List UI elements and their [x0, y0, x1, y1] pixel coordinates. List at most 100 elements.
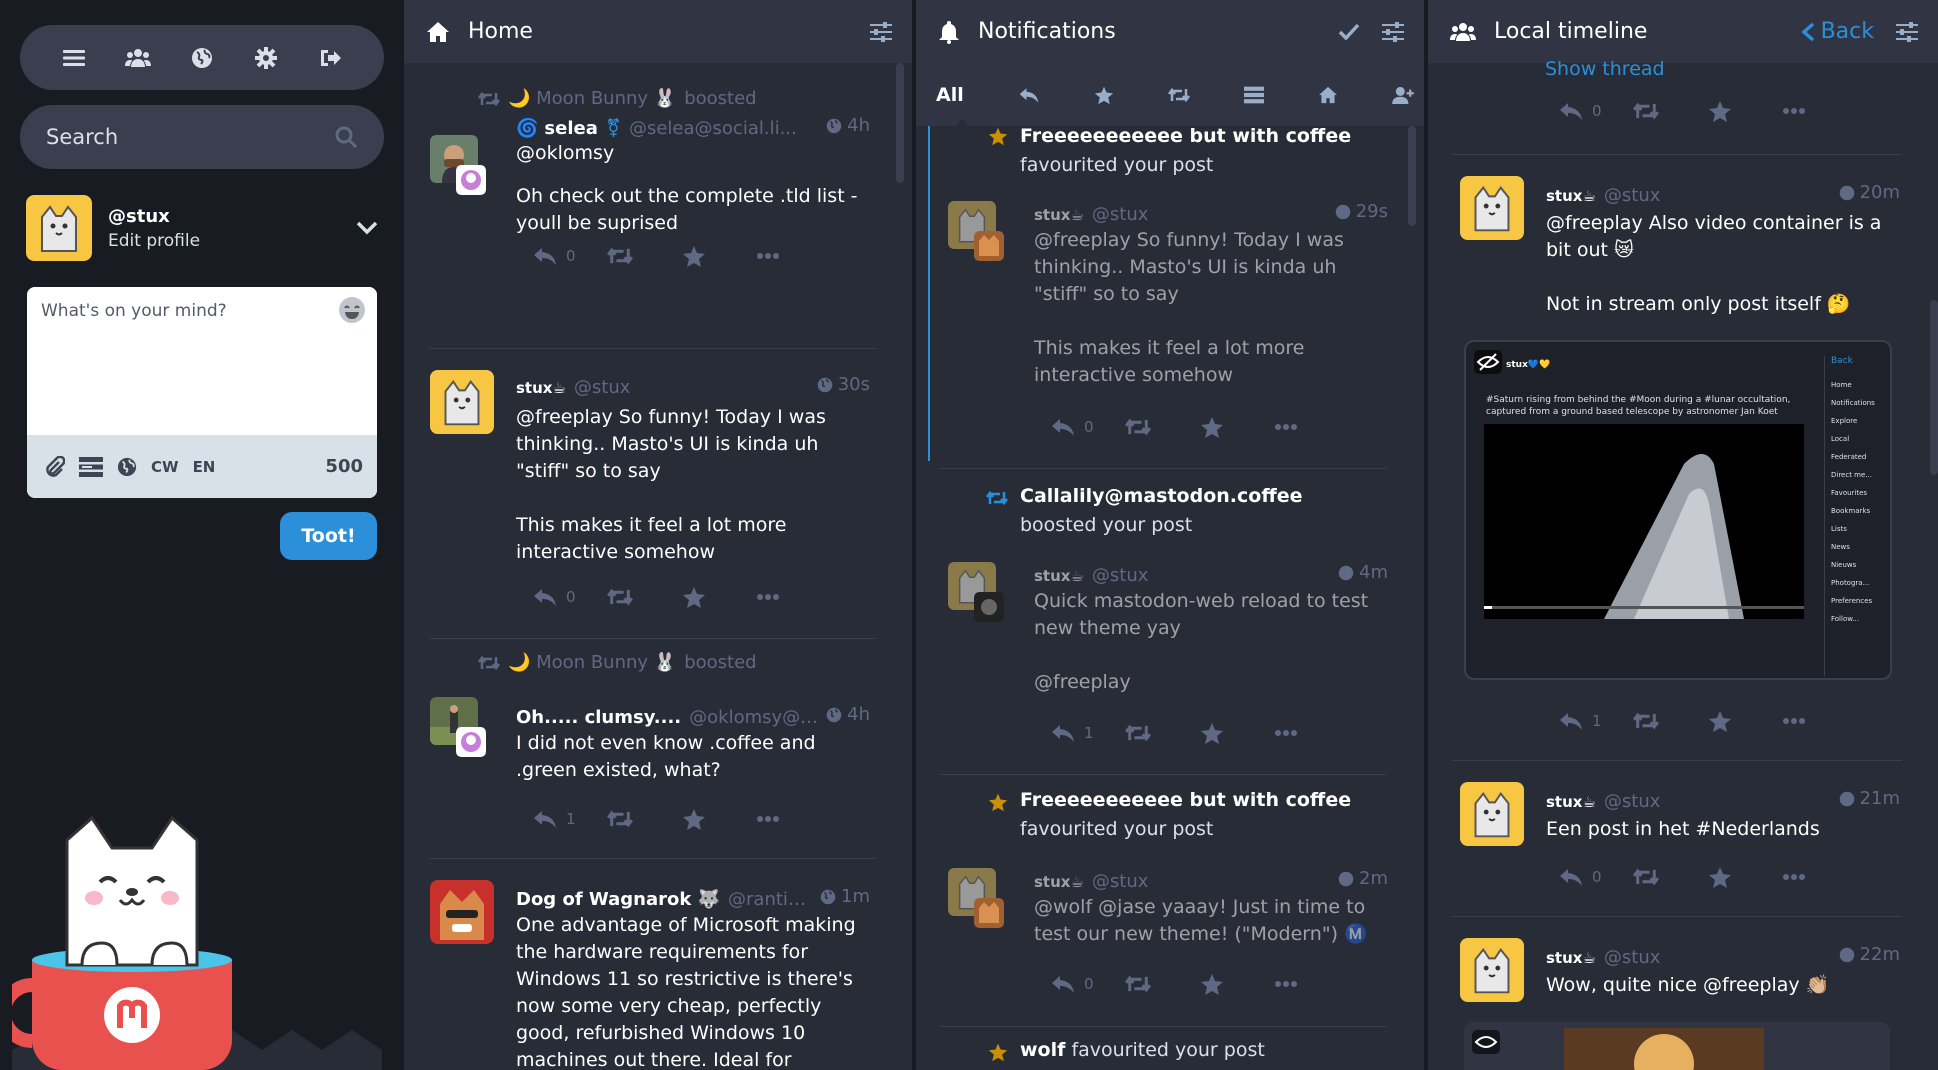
notifications-title[interactable]: Notifications	[978, 19, 1116, 44]
reply-button[interactable]: 0	[1558, 867, 1633, 887]
avatar[interactable]	[1460, 782, 1524, 846]
notification-item[interactable]: Freeeeeeeeeee but with coffee favourited…	[916, 789, 1424, 1030]
local-timeline-title[interactable]: Local timeline	[1494, 19, 1647, 44]
account-handle[interactable]: @stux	[1092, 565, 1149, 586]
status-time[interactable]: 29s	[1329, 201, 1388, 222]
reply-button[interactable]: 1	[1558, 711, 1633, 731]
status-time[interactable]: 30s	[811, 374, 870, 395]
reply-button[interactable]: 1	[532, 809, 607, 829]
status-card[interactable]: stux☕ @stux 30s @freeplay So funny! Toda…	[430, 368, 870, 638]
favourite-button[interactable]	[1200, 973, 1275, 995]
avatar[interactable]	[1460, 176, 1524, 240]
status-time[interactable]: 1m	[814, 886, 870, 907]
column-settings-icon[interactable]	[1382, 21, 1404, 42]
notification-actor[interactable]: Callalily@mastodon.coffee	[1020, 485, 1302, 507]
account-handle[interactable]: @stux	[1092, 871, 1149, 892]
logout-button[interactable]	[310, 38, 350, 78]
more-button[interactable]	[1783, 108, 1858, 114]
account-handle[interactable]: @stux	[574, 377, 631, 398]
visibility-globe-icon[interactable]	[117, 457, 137, 477]
column-settings-icon[interactable]	[1896, 21, 1918, 42]
favourite-button[interactable]	[1708, 710, 1783, 732]
favourite-button[interactable]	[682, 808, 757, 830]
status-time[interactable]: 4h	[820, 115, 870, 136]
account-handle[interactable]: @stux	[1092, 204, 1149, 225]
filter-tab-mentions[interactable]	[1018, 86, 1040, 104]
mention-link[interactable]: @freeplay	[1034, 669, 1388, 696]
notification-item[interactable]: Callalily@mastodon.coffee boosted your p…	[916, 480, 1424, 770]
more-button[interactable]	[1275, 981, 1350, 987]
people-button[interactable]	[118, 38, 158, 78]
status-card[interactable]: stux☕ @stux 21m Een post in het #Nederla…	[1460, 780, 1900, 900]
status-card[interactable]: Dog of Wagnarok 🐺 @rantin... 1m One adva…	[430, 878, 870, 1070]
home-scrollbar[interactable]	[896, 63, 904, 183]
reply-button[interactable]: 0	[1050, 417, 1125, 437]
content-warning-button[interactable]: CW	[151, 458, 179, 476]
account-handle[interactable]: @selea@social.li...	[629, 118, 797, 139]
media-attachment[interactable]	[1464, 1022, 1890, 1070]
notification-actor[interactable]: Freeeeeeeeeee but with coffee	[1020, 789, 1351, 811]
filter-tab-follows[interactable]	[1392, 86, 1414, 104]
status-time[interactable]: 2m	[1332, 868, 1388, 889]
back-button[interactable]: Back	[1800, 19, 1874, 44]
globe-button[interactable]	[182, 38, 222, 78]
reply-button[interactable]: 0	[1558, 101, 1633, 121]
more-button[interactable]	[1275, 424, 1350, 430]
account-handle[interactable]: @stux	[1604, 791, 1661, 812]
check-icon[interactable]	[1338, 23, 1360, 41]
boost-button[interactable]	[607, 809, 682, 829]
boost-button[interactable]	[1633, 101, 1708, 121]
favourite-button[interactable]	[1708, 866, 1783, 888]
account-handle[interactable]: @rantin...	[728, 889, 814, 910]
notification-item[interactable]: wolf favourited your post	[916, 1039, 1424, 1070]
local-scrollbar[interactable]	[1930, 300, 1938, 475]
compose-textarea[interactable]	[27, 287, 377, 435]
status-card[interactable]: 🌙 Moon Bunny 🐰 boosted Oh..... clumsy...…	[430, 652, 870, 852]
settings-button[interactable]	[246, 38, 286, 78]
boost-button[interactable]	[1633, 711, 1708, 731]
notification-actor[interactable]: Freeeeeeeeeee but with coffee	[1020, 125, 1351, 147]
favourite-button[interactable]	[1200, 722, 1275, 744]
filter-tab-polls[interactable]	[1243, 86, 1264, 104]
display-name[interactable]: stux☕	[1546, 949, 1596, 967]
display-name[interactable]: Dog of Wagnarok 🐺	[516, 889, 720, 910]
actor-avatar[interactable]	[974, 231, 1004, 261]
show-thread-link[interactable]: Show thread	[1545, 58, 1665, 80]
avatar[interactable]	[1460, 938, 1524, 1002]
filter-tab-statuses[interactable]	[1318, 86, 1338, 104]
poll-icon[interactable]	[79, 456, 103, 477]
display-name[interactable]: stux☕	[1546, 187, 1596, 205]
favourite-button[interactable]	[682, 586, 757, 608]
booster-name[interactable]: 🌙 Moon Bunny 🐰	[508, 88, 676, 109]
column-settings-icon[interactable]	[870, 21, 892, 42]
boost-button[interactable]	[1125, 723, 1200, 743]
reply-button[interactable]: 0	[532, 587, 607, 607]
reply-button[interactable]: 1	[1050, 723, 1125, 743]
status-card[interactable]: stux☕ @stux 22m Wow, quite nice @freepla…	[1460, 936, 1900, 1070]
display-name[interactable]: stux☕	[516, 379, 566, 397]
avatar[interactable]	[430, 880, 494, 944]
reply-button[interactable]: 0	[532, 246, 607, 266]
display-name[interactable]: stux☕	[1034, 567, 1084, 585]
status-time[interactable]: 4m	[1332, 562, 1388, 583]
notification-actor[interactable]: wolf	[1020, 1039, 1065, 1061]
display-name[interactable]: stux☕	[1546, 793, 1596, 811]
notification-item[interactable]: Freeeeeeeeeee but with coffee favourited…	[916, 125, 1424, 466]
mention-link[interactable]: @oklomsy	[516, 140, 870, 167]
favourite-button[interactable]	[1708, 100, 1783, 122]
more-button[interactable]	[1783, 718, 1858, 724]
boost-button[interactable]	[607, 246, 682, 266]
more-button[interactable]	[1275, 730, 1350, 736]
booster-avatar[interactable]	[456, 727, 486, 757]
display-name[interactable]: selea	[544, 118, 597, 139]
display-name[interactable]: stux☕	[1034, 873, 1084, 891]
more-button[interactable]	[1783, 874, 1858, 880]
booster-name[interactable]: 🌙 Moon Bunny 🐰	[508, 652, 676, 673]
attachment-icon[interactable]	[45, 455, 65, 478]
reply-button[interactable]: 0	[1050, 974, 1125, 994]
booster-avatar[interactable]	[456, 165, 486, 195]
favourite-button[interactable]	[682, 245, 757, 267]
display-name[interactable]: Oh..... clumsy....	[516, 707, 681, 728]
account-handle[interactable]: @oklomsy@s...	[689, 707, 820, 728]
status-time[interactable]: 22m	[1833, 944, 1900, 965]
